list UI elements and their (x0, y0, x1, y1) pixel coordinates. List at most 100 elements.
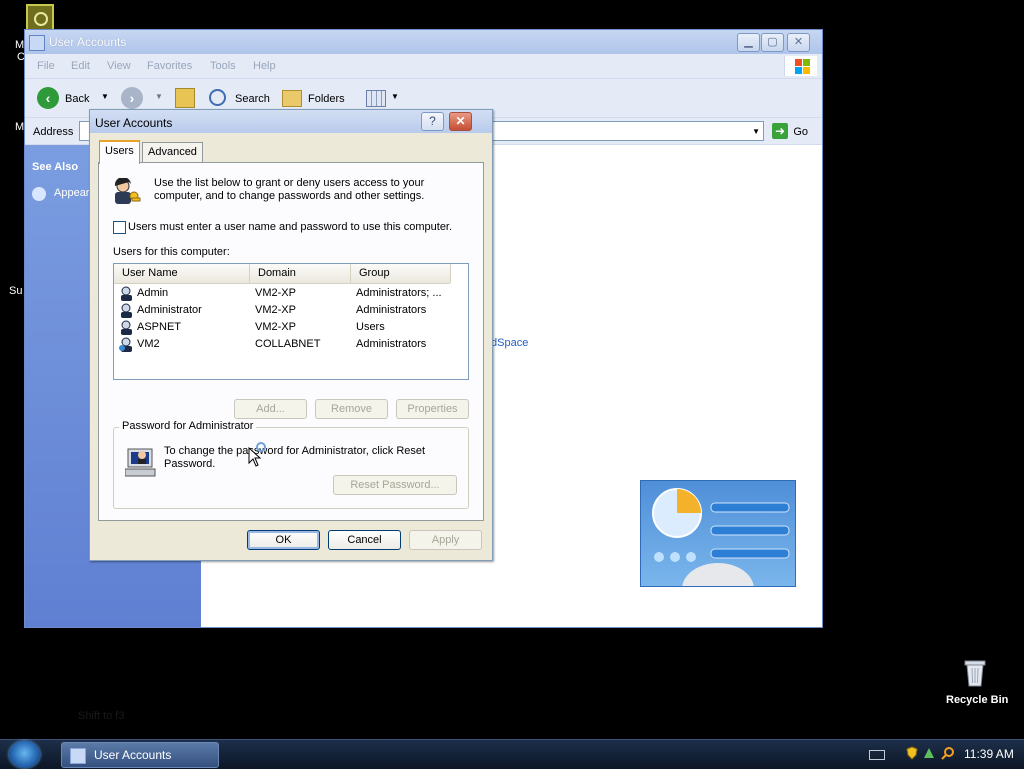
taskbar-button-label: User Accounts (94, 748, 172, 762)
back-icon[interactable]: ‹ (37, 87, 59, 109)
see-also-link-appearance[interactable]: Appear (32, 187, 89, 201)
tab-advanced[interactable]: Advanced (142, 142, 203, 162)
address-label: Address (33, 126, 74, 138)
system-clock[interactable]: 11:39 AM (964, 747, 1014, 761)
users-tab-panel: Use the list below to grant or deny user… (98, 162, 484, 521)
domain-cell: VM2-XP (255, 304, 296, 316)
taskbar: User Accounts 11:39 AM (0, 739, 1024, 769)
folders-icon[interactable] (282, 90, 302, 107)
desktop-label-fragment: M (15, 121, 25, 133)
require-login-label[interactable]: Users must enter a user name and passwor… (128, 221, 452, 233)
forward-history-arrow-icon[interactable]: ▼ (155, 92, 163, 101)
remove-user-button[interactable]: Remove (315, 399, 388, 419)
search-button-label[interactable]: Search (235, 93, 270, 105)
column-header-group[interactable]: Group (351, 264, 451, 283)
see-also-header: See Also (32, 161, 79, 173)
help-button[interactable]: ? (421, 112, 444, 131)
user-icon (121, 303, 132, 318)
users-list-label: Users for this computer: (113, 246, 230, 258)
up-folder-icon[interactable] (175, 88, 195, 108)
recycle-bin-icon[interactable] (962, 657, 988, 687)
see-also-link-label[interactable]: Appear (54, 187, 89, 199)
intro-text: Use the list below to grant or deny user… (154, 177, 425, 202)
menu-help[interactable]: Help (253, 60, 276, 72)
table-row[interactable]: Admin VM2-XP Administrators; ... (114, 285, 468, 302)
column-header-user-name[interactable]: User Name (114, 264, 250, 283)
users-list[interactable]: User Name Domain Group Admin VM2-XP Admi… (113, 263, 469, 380)
search-icon[interactable] (941, 746, 955, 760)
column-header-domain[interactable]: Domain (250, 264, 351, 283)
back-button-label[interactable]: Back (65, 93, 89, 105)
desktop-shortcut-icon[interactable] (26, 4, 54, 32)
desktop-label-fragment: Su (9, 285, 23, 297)
user-name-cell: Admin (137, 287, 169, 299)
views-arrow-icon[interactable]: ▼ (391, 92, 399, 101)
menu-view[interactable]: View (107, 60, 131, 72)
maximize-button[interactable]: ▢ (761, 33, 784, 52)
address-dropdown-icon[interactable]: ▼ (752, 127, 760, 136)
window-title: User Accounts (49, 35, 127, 49)
dialog-title: User Accounts (95, 116, 173, 130)
desktop-label-fragment: M (15, 39, 25, 51)
go-icon[interactable]: ➜ (772, 123, 788, 139)
reset-password-button[interactable]: Reset Password... (333, 475, 457, 495)
dialog-titlebar[interactable]: User Accounts ? ✕ (90, 110, 492, 133)
forward-icon[interactable]: › (121, 87, 143, 109)
group-cell: Administrators (356, 338, 427, 350)
group-cell: Administrators (356, 304, 427, 316)
table-row[interactable]: Administrator VM2-XP Administrators (114, 302, 468, 319)
go-button-label[interactable]: Go (793, 126, 808, 138)
menu-file[interactable]: File (37, 60, 55, 72)
add-user-button[interactable]: Add... (234, 399, 307, 419)
menu-favorites[interactable]: Favorites (147, 60, 192, 72)
require-login-checkbox[interactable] (113, 221, 126, 234)
user-accounts-dialog: User Accounts ? ✕ Users Advanced Use the… (89, 109, 493, 561)
menu-tools[interactable]: Tools (210, 60, 236, 72)
domain-cell: VM2-XP (255, 287, 296, 299)
keyboard-icon[interactable] (869, 750, 885, 760)
user-icon (121, 320, 132, 335)
views-icon[interactable] (366, 90, 386, 107)
search-icon[interactable] (209, 89, 226, 106)
group-cell: Administrators; ... (356, 287, 442, 299)
domain-cell: VM2-XP (255, 321, 296, 333)
table-row[interactable]: VM2 COLLABNET Administrators (114, 336, 468, 353)
folders-button-label[interactable]: Folders (308, 93, 345, 105)
start-orb-icon[interactable] (9, 741, 40, 768)
recycle-bin-label[interactable]: Recycle Bin (946, 694, 1008, 706)
appearance-icon (32, 187, 46, 201)
dialog-close-button[interactable]: ✕ (449, 112, 472, 131)
password-instructions: To change the password for Administrator… (164, 445, 426, 470)
network-icon[interactable] (922, 746, 936, 760)
desktop-faint-text: Shift to f3 (78, 710, 125, 722)
apply-button[interactable]: Apply (409, 530, 482, 550)
computer-icon (125, 448, 156, 477)
close-button[interactable]: ✕ (787, 33, 810, 52)
domain-user-icon (119, 337, 132, 352)
minimize-button[interactable]: ▁ (737, 33, 760, 52)
cancel-button[interactable]: Cancel (328, 530, 401, 550)
tab-users[interactable]: Users (99, 140, 140, 164)
back-history-arrow-icon[interactable]: ▼ (101, 92, 109, 101)
ok-button[interactable]: OK (247, 530, 320, 550)
content-link-fragment[interactable]: dSpace (491, 337, 528, 349)
windows-logo-icon (784, 56, 817, 76)
menu-edit[interactable]: Edit (71, 60, 90, 72)
properties-button[interactable]: Properties (396, 399, 469, 419)
list-header: User Name Domain Group (114, 264, 451, 284)
domain-cell: COLLABNET (255, 338, 321, 350)
menu-bar: File Edit View Favorites Tools Help (25, 54, 822, 79)
control-panel-illustration-icon (640, 480, 796, 615)
user-name-cell: ASPNET (137, 321, 182, 333)
user-accounts-icon (70, 748, 86, 764)
table-row[interactable]: ASPNET VM2-XP Users (114, 319, 468, 336)
users-icon (114, 178, 141, 204)
window-titlebar[interactable]: User Accounts ▁ ▢ ✕ (25, 30, 822, 54)
user-name-cell: VM2 (137, 338, 160, 350)
user-name-cell: Administrator (137, 304, 202, 316)
password-group: Password for Administrator To change the… (113, 420, 469, 509)
group-cell: Users (356, 321, 385, 333)
taskbar-button-user-accounts[interactable]: User Accounts (61, 742, 219, 768)
user-accounts-icon (29, 35, 45, 51)
shield-icon[interactable] (905, 746, 919, 760)
